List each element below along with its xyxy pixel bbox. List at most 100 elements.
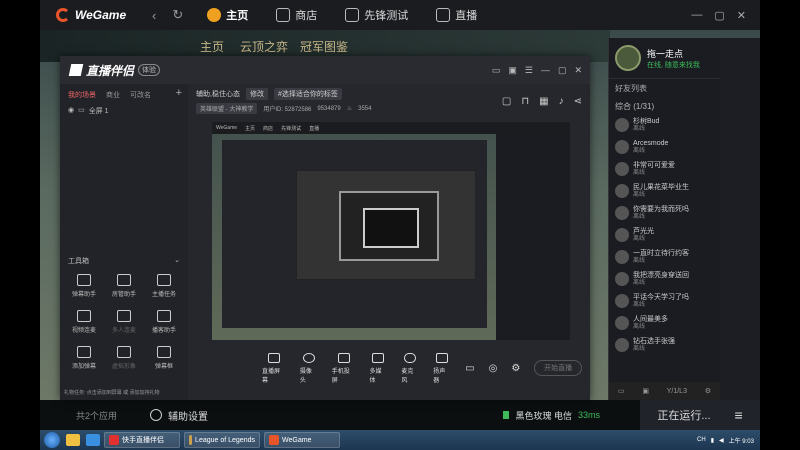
friend-item[interactable]: 杉树Bud 离线 xyxy=(609,114,720,136)
running-label: 正在运行... xyxy=(657,410,711,422)
friend-item[interactable]: 芦光光 离线 xyxy=(609,224,720,246)
share-icon[interactable]: ⋖ xyxy=(574,96,582,107)
game-category[interactable]: 英雄联盟 - 大神教学 xyxy=(196,103,258,114)
live-titlebar: 直播伴侣 体验 ▭ ▣ ☰ — ▢ ✕ xyxy=(60,56,590,84)
tab-business[interactable]: 商业 xyxy=(106,90,120,100)
camera-record-icon[interactable]: ▢ xyxy=(502,96,511,107)
settings-icon[interactable]: ☰ xyxy=(525,65,533,76)
camera-button[interactable]: 摄像头 xyxy=(300,352,318,384)
tab-test[interactable]: 先锋测试 xyxy=(331,0,422,30)
tab-store[interactable]: 商店 xyxy=(262,0,331,30)
taskbar-app[interactable]: WeGame xyxy=(264,432,340,448)
media-button[interactable]: 多媒体 xyxy=(370,352,388,384)
tab-rename[interactable]: 可改名 xyxy=(130,90,151,100)
game-nav-tft[interactable]: 云顶之弈 xyxy=(240,38,288,55)
gear-icon[interactable]: ⚙ xyxy=(511,363,520,374)
folder-icon[interactable] xyxy=(66,434,80,446)
stream-preview[interactable]: WeGame 主页 商店 先锋测试 直播 xyxy=(212,122,570,340)
microphone-button[interactable]: 麦克风 xyxy=(401,352,419,384)
tool-item[interactable]: 弹幕框 xyxy=(144,346,184,370)
ie-icon[interactable] xyxy=(86,434,100,446)
game-nav-home[interactable]: 主页 xyxy=(200,38,224,55)
screen-source-button[interactable]: 直播屏幕 xyxy=(262,352,286,384)
network-icon[interactable]: ▮ xyxy=(711,437,714,444)
refresh-icon[interactable]: ↻ xyxy=(172,7,183,23)
tag-selector[interactable]: #选择适合你的标签 xyxy=(273,88,342,100)
online-count: 3554 xyxy=(358,105,372,112)
version-badge[interactable]: 体验 xyxy=(138,64,161,76)
menu-icon[interactable]: ≡ xyxy=(735,407,743,423)
profile-header: 拖一走点 在线, 随意来找我 xyxy=(609,38,720,78)
avatar[interactable] xyxy=(615,45,641,71)
tab-my-scenes[interactable]: 我的场景 xyxy=(68,90,96,100)
scene-item[interactable]: ◉ ▭ 全屏 1 xyxy=(60,100,188,122)
close-button[interactable]: ✕ xyxy=(737,9,746,22)
phone-cast-button[interactable]: 手机投屏 xyxy=(332,352,356,384)
tool-icon xyxy=(157,274,171,286)
friends-group[interactable]: 综合 (1/31) xyxy=(609,98,720,114)
username: 拖一走点 xyxy=(647,48,684,59)
close-button[interactable]: ✕ xyxy=(574,65,582,76)
language-indicator[interactable]: CH xyxy=(697,437,706,443)
bell-icon[interactable]: ♪ xyxy=(559,96,564,107)
friend-item[interactable]: 钻石选手张强 离线 xyxy=(609,334,720,356)
add-scene-icon[interactable]: + xyxy=(176,87,182,99)
friend-item[interactable]: 一直时立待行约客 离线 xyxy=(609,246,720,268)
friend-item[interactable]: 平话今天学习了吗 离线 xyxy=(609,290,720,312)
friend-item[interactable]: 你需要为我而死吗 离线 xyxy=(609,202,720,224)
live-streaming-window: 直播伴侣 体验 ▭ ▣ ☰ — ▢ ✕ 我的场景 商业 可改名 + ◉ ▭ 全屏… xyxy=(60,56,590,400)
minimize-button[interactable]: — xyxy=(691,9,702,22)
minimize-button[interactable]: — xyxy=(541,65,550,76)
friends-tab[interactable]: 好友列表 xyxy=(609,78,720,98)
taskbar-app[interactable]: 快手直播伴侣 xyxy=(104,432,180,448)
chat-icon[interactable]: ▭ xyxy=(618,387,625,395)
friend-status: 离线 xyxy=(633,257,646,264)
friend-item[interactable]: 民儿果花菜毕业生 离线 xyxy=(609,180,720,202)
maximize-button[interactable]: ▢ xyxy=(558,65,567,76)
user-status[interactable]: 在线, 随意来找我 xyxy=(647,60,700,70)
shirt-icon[interactable]: ▣ xyxy=(508,65,517,76)
gift-icon[interactable]: ▦ xyxy=(539,96,548,107)
tool-item[interactable]: 添加弹幕 xyxy=(64,346,104,370)
taskbar-app-label: WeGame xyxy=(282,436,312,444)
lock-icon[interactable]: ⊓ xyxy=(521,96,529,107)
start-button[interactable] xyxy=(44,432,60,448)
tab-live-label: 直播 xyxy=(455,10,478,22)
tool-item[interactable]: 主播任务 xyxy=(144,274,184,298)
speaker-button[interactable]: 扬声器 xyxy=(433,352,451,384)
start-live-button[interactable]: 开始直播 xyxy=(534,360,582,376)
settings-icon[interactable]: ⚙ xyxy=(705,387,711,395)
tab-home[interactable]: 主页 xyxy=(193,0,262,30)
tool-item[interactable]: 虚拟形象 xyxy=(104,346,144,370)
maximize-button[interactable]: ▢ xyxy=(714,9,724,22)
taskbar-app[interactable]: League of Legends xyxy=(184,432,260,448)
friend-item[interactable]: 人间最美多 离线 xyxy=(609,312,720,334)
chevron-down-icon[interactable]: ⌄ xyxy=(174,256,180,266)
room-title: 辅助,稳住心态 xyxy=(196,91,240,98)
eye-icon[interactable]: ◎ xyxy=(489,363,498,374)
friend-item[interactable]: Arcesmode 离线 xyxy=(609,136,720,158)
running-button[interactable]: 正在运行... ≡ xyxy=(640,400,760,430)
preview-nested-2 xyxy=(339,191,439,261)
screen: WeGame ‹ ↻ 主页 商店 先锋测试 直播 — ▢ ✕ 主页 云顶之弈 冠… xyxy=(0,0,800,450)
tool-item[interactable]: 视频连麦 xyxy=(64,310,104,334)
edit-title-button[interactable]: 修改 xyxy=(245,88,268,100)
record-icon[interactable]: ▭ xyxy=(465,363,474,374)
tool-item[interactable]: 多人连麦 xyxy=(104,310,144,334)
volume-icon[interactable]: ◀ xyxy=(719,437,724,444)
game-nav-champions[interactable]: 冠军图鉴 xyxy=(300,38,348,55)
tool-item[interactable]: 播客助手 xyxy=(144,310,184,334)
friend-item[interactable]: 我把漂亮身穿送回 离线 xyxy=(609,268,720,290)
friend-item[interactable]: 非常可可爱爱 离线 xyxy=(609,158,720,180)
friends-list: 杉树Bud 离线 Arcesmode 离线 非常可可爱爱 离线 民儿果花菜毕业生 离线 你需要为… xyxy=(609,114,720,356)
tab-live[interactable]: 直播 xyxy=(422,0,491,30)
eye-icon[interactable]: ◉ xyxy=(68,106,74,116)
help-settings[interactable]: 辅助设置 xyxy=(150,408,208,423)
clock[interactable]: 上午 9:03 xyxy=(729,436,754,445)
tool-item[interactable]: 房管助手 xyxy=(104,274,144,298)
back-icon[interactable]: ‹ xyxy=(152,8,156,23)
message-icon[interactable]: ▭ xyxy=(492,65,501,76)
phone-icon xyxy=(337,352,350,363)
group-icon[interactable]: ▣ xyxy=(642,387,649,395)
tool-item[interactable]: 弹幕助手 xyxy=(64,274,104,298)
